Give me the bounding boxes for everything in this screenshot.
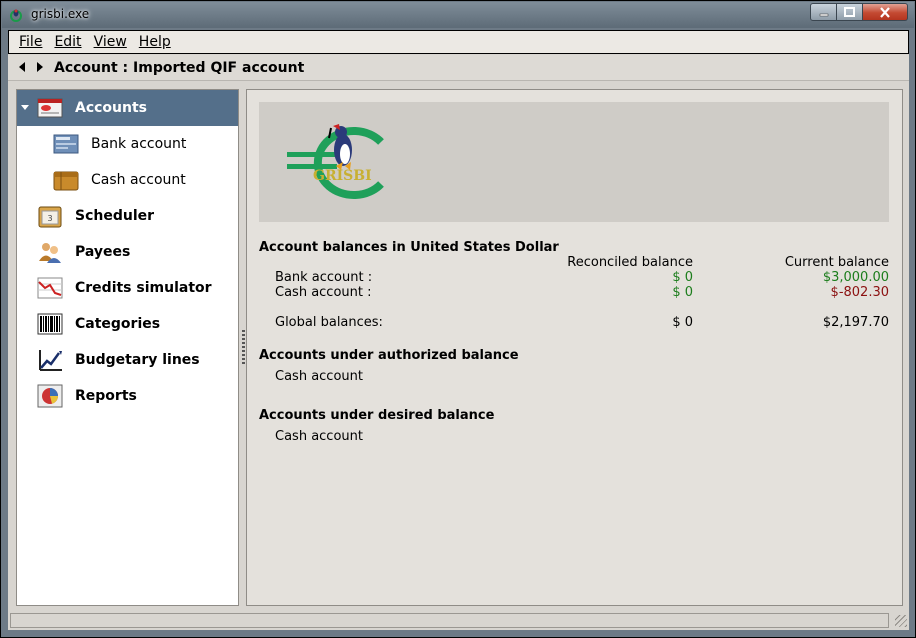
authorized-balance-title: Accounts under authorized balance [259,348,519,363]
sidebar-item-label: Reports [75,388,137,404]
row-bank-account-reconciled: $ 0 [672,270,693,285]
sidebar-item-payees[interactable]: Payees [17,234,238,270]
global-balances-current: $2,197.70 [822,315,889,330]
people-icon [39,243,61,263]
window-title: grisbi.exe [31,7,90,21]
pane-resize-handle[interactable] [242,330,245,366]
sidebar-item-label: Categories [75,316,161,332]
sidebar-item-budgetary-lines[interactable]: Budgetary lines [17,342,238,378]
desired-balance-item: Cash account [275,429,363,444]
global-balances-name: Global balances: [275,315,383,330]
chart-decline-icon [37,277,63,299]
sidebar-item-bank-account[interactable]: Bank account [17,126,238,162]
heading-title: Account : Imported QIF account [54,60,305,76]
wallet-icon [53,171,79,191]
sidebar-item-label: Budgetary lines [75,352,200,368]
window-resize-grip[interactable] [895,615,907,627]
navigation-tree[interactable]: Accounts Bank account Cash account 3 Sch… [16,89,239,606]
global-balances-reconciled: $ 0 [672,315,693,330]
client-area: File Edit View Help Account : Imported Q… [8,30,909,630]
pie-chart-icon [37,384,63,408]
sidebar-item-label: Scheduler [75,208,155,224]
sidebar-item-label: Bank account [91,136,187,152]
forward-arrow-icon[interactable] [37,62,43,72]
sidebar-item-label: Accounts [75,100,148,116]
grisbi-logo: GRISBI [287,124,384,199]
sidebar-item-label: Cash account [91,172,186,188]
status-bar [8,612,909,630]
menu-view[interactable]: View [88,34,133,50]
app-window: grisbi.exe File Edit View Help Account :… [0,0,916,638]
maximize-icon [844,7,855,17]
title-bar[interactable]: grisbi.exe [2,2,914,28]
row-bank-account-name: Bank account : [275,270,373,285]
grisbi-app-icon [10,9,22,22]
close-button[interactable] [863,3,908,21]
menu-file-label: File [19,34,43,50]
home-summary-panel: GRISBI Account balances in United States… [246,89,903,606]
chart-rising-icon [39,350,62,371]
logo-text: GRISBI [313,168,372,184]
menu-help-label: Help [138,34,171,50]
sidebar-item-scheduler[interactable]: 3 Scheduler [17,198,238,234]
logo-banner: GRISBI [259,102,889,222]
sidebar-item-accounts[interactable]: Accounts [17,90,238,126]
svg-text:3: 3 [47,214,52,223]
heading-bar: Account : Imported QIF account [8,55,909,81]
menu-bar: File Edit View Help [8,30,909,54]
sidebar-item-credits-simulator[interactable]: Credits simulator [17,270,238,306]
reconciled-balance-header: Reconciled balance [567,255,693,270]
sidebar-item-label: Payees [75,244,131,260]
minimize-button[interactable] [810,3,837,21]
row-bank-account-current: $3,000.00 [822,270,889,285]
close-icon [880,6,890,18]
barcode-icon [37,313,63,335]
calendar-icon: 3 [38,206,62,228]
menu-edit[interactable]: Edit [48,34,87,50]
sidebar-item-cash-account[interactable]: Cash account [17,162,238,198]
expander-icon[interactable] [21,105,29,110]
row-cash-account-current: $-802.30 [830,285,889,300]
menu-view-label: View [93,34,127,50]
status-field [10,613,889,628]
minimize-icon [819,13,828,17]
menu-file[interactable]: File [13,34,48,50]
row-cash-account-name: Cash account : [275,285,372,300]
bank-card-icon [53,134,79,154]
current-balance-header: Current balance [784,255,889,270]
accounts-icon [37,98,63,118]
back-arrow-icon[interactable] [19,62,25,72]
maximize-button[interactable] [837,3,863,21]
sidebar-item-categories[interactable]: Categories [17,306,238,342]
row-cash-account-reconciled: $ 0 [672,285,693,300]
sidebar-item-label: Credits simulator [75,280,212,296]
menu-edit-label: Edit [54,34,82,50]
sidebar-item-reports[interactable]: Reports [17,378,238,414]
menu-help[interactable]: Help [133,34,177,50]
authorized-balance-item: Cash account [275,369,363,384]
balances-title: Account balances in United States Dollar [259,240,559,255]
desired-balance-title: Accounts under desired balance [259,408,495,423]
